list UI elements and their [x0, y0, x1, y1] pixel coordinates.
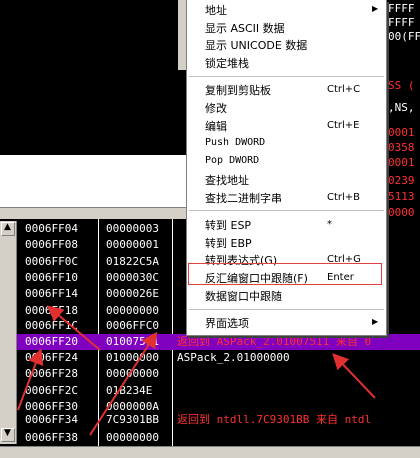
stack-value: 00000003 — [106, 222, 159, 235]
stack-address: 0006FF10 — [25, 271, 78, 284]
stack-address: 0006FF28 — [25, 367, 78, 380]
menu-item-goto-ebp[interactable]: 转到 EBP — [205, 235, 252, 251]
menu-separator — [189, 309, 384, 310]
menu-item-find-binary[interactable]: 查找二进制字串 — [205, 190, 282, 206]
menu-item-show-unicode[interactable]: 显示 UNICODE 数据 — [205, 37, 307, 53]
cpu-disasm-pane — [0, 0, 178, 155]
register-line: ,NS, — [388, 101, 415, 114]
shortcut-label: Ctrl+E — [327, 120, 360, 131]
submenu-arrow-icon: ▶ — [372, 4, 379, 13]
stack-address: 0006FF2C — [25, 384, 78, 397]
stack-address: 0006FF34 — [25, 413, 78, 426]
register-line: 0358 — [388, 141, 415, 154]
stack-address: 0006FF24 — [25, 351, 78, 364]
stack-value: 7C9301BB — [106, 413, 159, 426]
chevron-down-icon: ▼ — [4, 428, 11, 438]
stack-address: 0006FF04 — [25, 222, 78, 235]
chevron-up-icon: ▲ — [4, 222, 11, 232]
stack-value: 0000026E — [106, 287, 159, 300]
stack-address: 0006FF08 — [25, 238, 78, 251]
stack-address: 0006FF14 — [25, 287, 78, 300]
stack-row[interactable]: 0006FF2C 01B234E — [17, 383, 420, 399]
stack-row[interactable]: 0006FF24 01000000 ASPack_2.01000000 — [17, 350, 420, 366]
stack-address: 0006FF18 — [25, 304, 78, 317]
stack-value: 00000000 — [106, 431, 159, 444]
menu-separator — [189, 76, 384, 77]
stack-row[interactable]: 0006FF34 7C9301BB 返回到 ntdll.7C9301BB 来自 nt… — [17, 412, 420, 428]
menu-item-push-dword[interactable]: Push DWORD — [205, 137, 265, 148]
menu-item-lock-stack[interactable]: 锁定堆栈 — [205, 55, 249, 71]
menu-separator — [189, 210, 384, 211]
stack-comment: 返回到 ntdll.7C9301BB 来自 ntdl — [177, 413, 372, 426]
register-line: FFFF — [388, 16, 415, 29]
scroll-down-button[interactable]: ▼ — [1, 428, 15, 442]
stack-value: 01000000 — [106, 351, 159, 364]
stack-comment: ASPack_2.01000000 — [177, 351, 290, 364]
register-line: 0239 — [388, 174, 415, 187]
pane-divider — [0, 155, 186, 207]
menu-item-copy[interactable]: 复制到剪贴板 — [205, 82, 271, 98]
scroll-up-button[interactable]: ▲ — [1, 222, 15, 236]
shortcut-label: Ctrl+B — [327, 192, 361, 203]
stack-value: 00000001 — [106, 238, 159, 251]
stack-value: 01B234E — [106, 384, 153, 397]
stack-value: 00000000 — [106, 367, 159, 380]
menu-item-highlight-box — [188, 263, 382, 285]
register-line: 0001 — [388, 126, 415, 139]
menu-item-follow-in-dump[interactable]: 数据窗口中跟随 — [205, 288, 282, 304]
stack-comment: 返回到 ASPack_2.01007511 来自 0 — [177, 335, 372, 348]
register-line: SS ( — [388, 79, 415, 92]
registers-pane: FFFF FFFF 00(FF SS ( ,NS, 0001 0358 0001… — [385, 0, 420, 220]
menu-item-edit[interactable]: 编辑 — [205, 118, 227, 134]
disasm-scrollbar[interactable] — [178, 0, 186, 70]
menu-item-ui-options[interactable]: 界面选项 — [205, 315, 249, 331]
status-strip — [0, 446, 420, 458]
register-line: 0001 — [388, 156, 415, 169]
menu-item-modify[interactable]: 修改 — [205, 100, 227, 116]
stack-row[interactable]: 0006FF38 00000000 — [17, 430, 420, 446]
stack-value: 0000030C — [106, 271, 159, 284]
stack-address: 0006FF0C — [25, 255, 78, 268]
submenu-arrow-icon: ▶ — [372, 317, 379, 326]
register-line: FFFF — [388, 2, 415, 15]
shortcut-label: * — [327, 219, 332, 230]
stack-address: 0006FF38 — [25, 431, 78, 444]
stack-value: 01822C5A — [106, 255, 159, 268]
register-line: 00(FF — [388, 30, 420, 43]
menu-item-find-address[interactable]: 查找地址 — [205, 172, 249, 188]
stack-address: 0006FF1C — [25, 319, 78, 332]
stack-value: 00000000 — [106, 304, 159, 317]
stack-scrollbar[interactable]: ▲ ▼ — [0, 221, 17, 444]
menu-item-pop-dword[interactable]: Pop DWORD — [205, 155, 259, 166]
context-menu: 地址 ▶ 显示 ASCII 数据 显示 UNICODE 数据 锁定堆栈 复制到剪… — [186, 0, 387, 336]
stack-value: 0006FFC0 — [106, 319, 159, 332]
menu-item-goto-esp[interactable]: 转到 ESP — [205, 217, 251, 233]
stack-row[interactable]: 0006FF28 00000000 — [17, 366, 420, 382]
stack-address: 0006FF20 — [25, 335, 78, 348]
register-line: 5113 — [388, 190, 415, 203]
stack-value: 01007511 — [106, 335, 159, 348]
menu-item-show-ascii[interactable]: 显示 ASCII 数据 — [205, 20, 285, 36]
menu-item-address[interactable]: 地址 — [205, 2, 227, 18]
shortcut-label: Ctrl+C — [327, 84, 361, 95]
stack-row[interactable]: 0006FF20 01007511 返回到 ASPack_2.01007511 来自… — [17, 334, 420, 350]
register-line: 0000 — [388, 206, 415, 219]
